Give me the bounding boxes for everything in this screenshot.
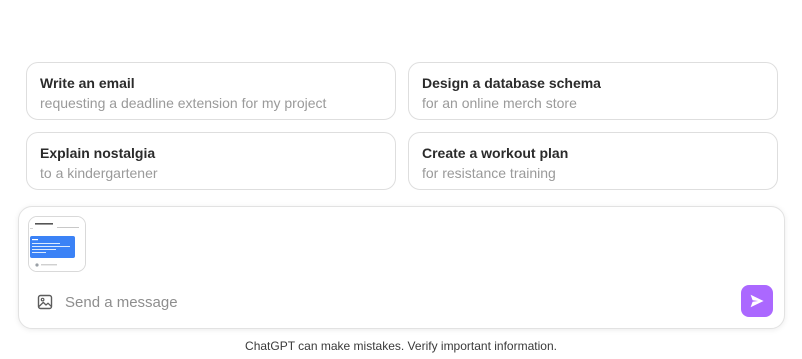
suggestion-title: Explain nostalgia <box>40 145 156 161</box>
suggestion-subtitle: to a kindergartener <box>40 165 158 181</box>
suggestion-title: Design a database schema <box>422 75 601 91</box>
attachment-preview-image <box>29 217 85 271</box>
message-input[interactable] <box>65 290 725 314</box>
suggestion-subtitle: for resistance training <box>422 165 556 181</box>
suggestion-subtitle: requesting a deadline extension for my p… <box>40 95 327 111</box>
suggestion-card-write-email[interactable]: Write an email requesting a deadline ext… <box>26 62 396 120</box>
chat-page: Write an email requesting a deadline ext… <box>0 0 802 359</box>
suggestion-card-explain-nostalgia[interactable]: Explain nostalgia to a kindergartener <box>26 132 396 190</box>
suggestion-card-workout-plan[interactable]: Create a workout plan for resistance tra… <box>408 132 778 190</box>
send-button[interactable] <box>741 285 773 317</box>
attachment-thumbnail[interactable] <box>28 216 86 272</box>
suggestion-title: Write an email <box>40 75 135 91</box>
image-icon <box>37 294 53 310</box>
message-composer <box>18 206 785 329</box>
disclaimer-text: ChatGPT can make mistakes. Verify import… <box>245 339 557 353</box>
send-icon <box>750 294 764 308</box>
suggestion-title: Create a workout plan <box>422 145 569 161</box>
suggestion-card-design-schema[interactable]: Design a database schema for an online m… <box>408 62 778 120</box>
attach-image-button[interactable] <box>35 292 55 312</box>
suggestion-subtitle: for an online merch store <box>422 95 577 111</box>
